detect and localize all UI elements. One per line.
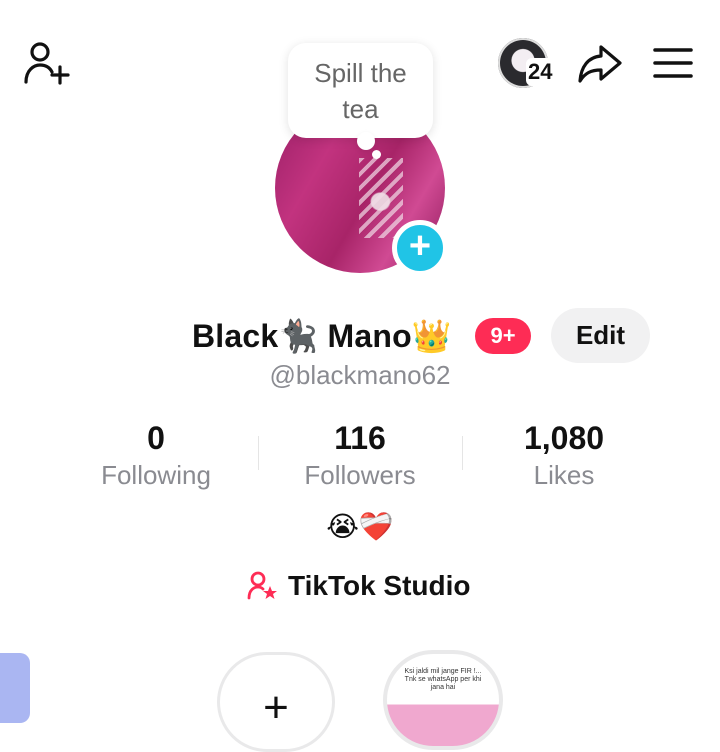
note-text-line1: Spill the <box>314 57 407 88</box>
avatar-count-badge: 24 <box>526 58 555 86</box>
likes-count: 1,080 <box>523 420 605 456</box>
tiktok-studio-link[interactable]: TikTok Studio <box>246 570 471 602</box>
share-button[interactable] <box>574 38 626 90</box>
bio: 😭❤️‍🩹 <box>326 511 394 542</box>
stat-likes[interactable]: 1,080 Likes <box>454 418 674 492</box>
hamburger-menu-icon <box>653 48 693 78</box>
followers-count: 116 <box>334 420 386 456</box>
bubble-dot <box>372 150 381 159</box>
share-arrow-icon <box>578 45 622 83</box>
new-highlight-button[interactable]: + <box>217 652 335 752</box>
display-name: Black🐈‍⬛ Mano👑 <box>192 318 452 354</box>
side-tab[interactable] <box>0 653 30 723</box>
menu-button[interactable] <box>650 40 696 86</box>
following-count: 0 <box>147 420 165 456</box>
followers-label: Followers <box>304 460 416 490</box>
highlight-thumbnail[interactable]: Ksi jaldi mil jange FIR !... Tnk se what… <box>383 650 503 750</box>
add-friend-button[interactable] <box>20 38 72 90</box>
person-plus-icon <box>24 42 70 85</box>
note-text-line2: tea <box>342 93 379 124</box>
bubble-tail <box>357 132 375 150</box>
notification-badge[interactable]: 9+ <box>475 318 531 354</box>
edit-profile-button[interactable]: Edit <box>551 308 650 363</box>
name-row: Black🐈‍⬛ Mano👑 <box>192 312 452 360</box>
plus-icon: + <box>263 683 289 732</box>
stat-following[interactable]: 0 Following <box>46 418 266 492</box>
stat-followers[interactable]: 116 Followers <box>250 418 470 492</box>
add-story-plus-icon[interactable]: + <box>392 220 448 276</box>
username: @blackmano62 <box>269 360 451 390</box>
note-bubble[interactable]: Spill the tea <box>288 43 433 138</box>
studio-label: TikTok Studio <box>288 570 471 601</box>
following-label: Following <box>101 460 211 490</box>
highlight-caption: Ksi jaldi mil jange FIR !... Tnk se what… <box>404 668 482 691</box>
likes-label: Likes <box>533 460 595 490</box>
studio-icon <box>247 571 277 600</box>
